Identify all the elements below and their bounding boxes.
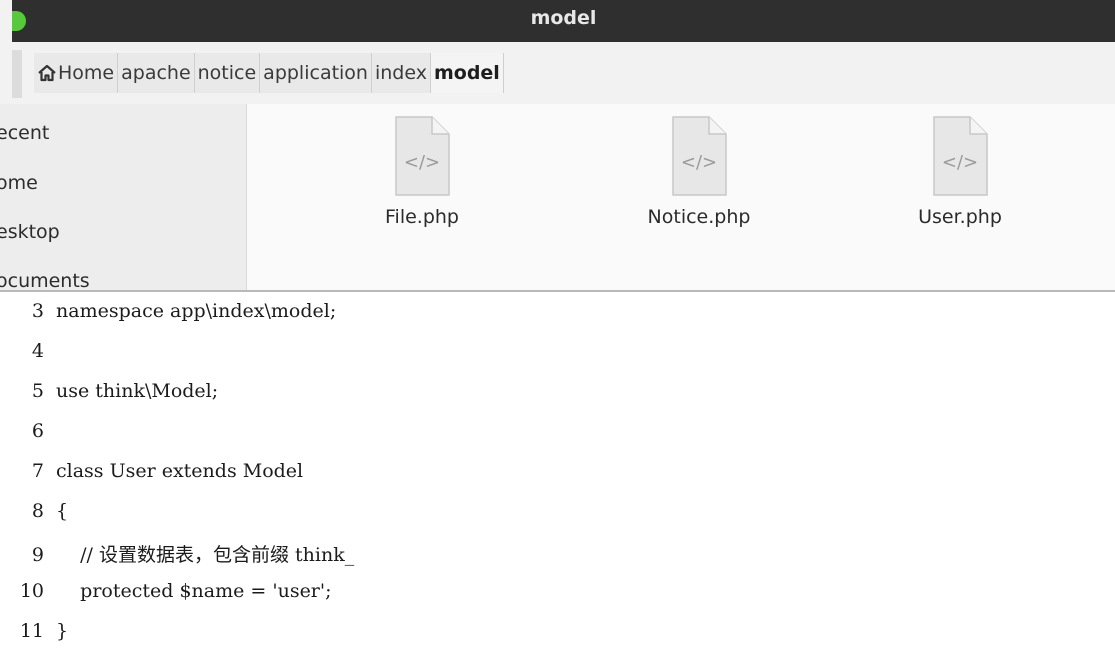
breadcrumb-application[interactable]: application [260,53,372,93]
code-line: 10 protected $name = 'user'; [0,580,332,620]
file-item[interactable]: </> Notice.php [609,116,789,228]
breadcrumb-label: application [263,62,368,84]
sidebar-item-documents[interactable]: ocuments [0,270,90,290]
breadcrumb-apache[interactable]: apache [118,53,195,93]
code-line: 5 use think\Model; [0,380,218,420]
sidebar-item-home[interactable]: ome [0,172,38,194]
code-text: { [56,500,69,522]
code-line: 6 [0,420,56,460]
divider [0,290,1115,292]
line-number: 8 [31,500,44,522]
file-glyph: </> [942,152,978,173]
code-line: 11} [0,620,68,660]
code-text: class User extends Model [56,460,304,482]
breadcrumb-label: index [374,62,427,84]
file-glyph: </> [404,152,440,173]
breadcrumb: Home apache notice application index mod… [34,53,504,93]
sidebar: ecent ome esktop ocuments [0,104,247,290]
breadcrumb-label: notice [197,62,257,84]
code-line: 7 class User extends Model [0,460,303,500]
line-number: 9 [31,544,44,566]
line-number: 10 [19,580,44,602]
code-text: } [56,620,69,642]
code-text: protected $name = 'user'; [56,580,332,602]
php-file-icon: </> [672,116,727,196]
code-line: 9 // 设置数据表，包含前缀 think_ [0,540,354,580]
file-view: </> File.php </> Notice.php </> User.php [247,104,1115,290]
php-file-icon: </> [933,116,988,196]
file-name: File.php [385,206,459,228]
code-text: use think\Model; [56,380,219,402]
file-item[interactable]: </> User.php [870,116,1050,228]
line-number: 4 [31,340,44,362]
code-text: namespace app\index\model; [56,300,337,322]
home-icon [38,64,56,82]
line-number: 7 [31,460,44,482]
file-glyph: </> [681,152,717,173]
sidebar-item-recent[interactable]: ecent [0,122,49,144]
window-title: model [530,7,597,29]
breadcrumb-label: model [433,62,500,84]
line-number: 6 [31,420,44,442]
code-line: 4 [0,340,56,380]
breadcrumb-model[interactable]: model [430,53,504,93]
file-name: User.php [918,206,1002,228]
toolbar: Home apache notice application index mod… [0,42,1115,104]
file-manager-window: model Home apache notice application ind… [0,0,1115,290]
title-bar[interactable]: model [12,0,1115,42]
line-number: 3 [31,300,44,322]
back-button[interactable] [12,50,22,98]
breadcrumb-notice[interactable]: notice [194,53,261,93]
php-file-icon: </> [395,116,450,196]
breadcrumb-label: Home [58,62,115,84]
breadcrumb-index[interactable]: index [371,53,431,93]
line-number: 5 [31,380,44,402]
line-number: 11 [19,620,44,642]
file-item[interactable]: </> File.php [332,116,512,228]
sidebar-item-desktop[interactable]: esktop [0,221,60,243]
code-line: 3 namespace app\index\model; [0,300,336,340]
breadcrumb-label: apache [121,62,191,84]
code-line: 8{ [0,500,68,540]
breadcrumb-home[interactable]: Home [34,53,119,93]
file-name: Notice.php [647,206,751,228]
code-text: // 设置数据表，包含前缀 think_ [56,544,355,566]
